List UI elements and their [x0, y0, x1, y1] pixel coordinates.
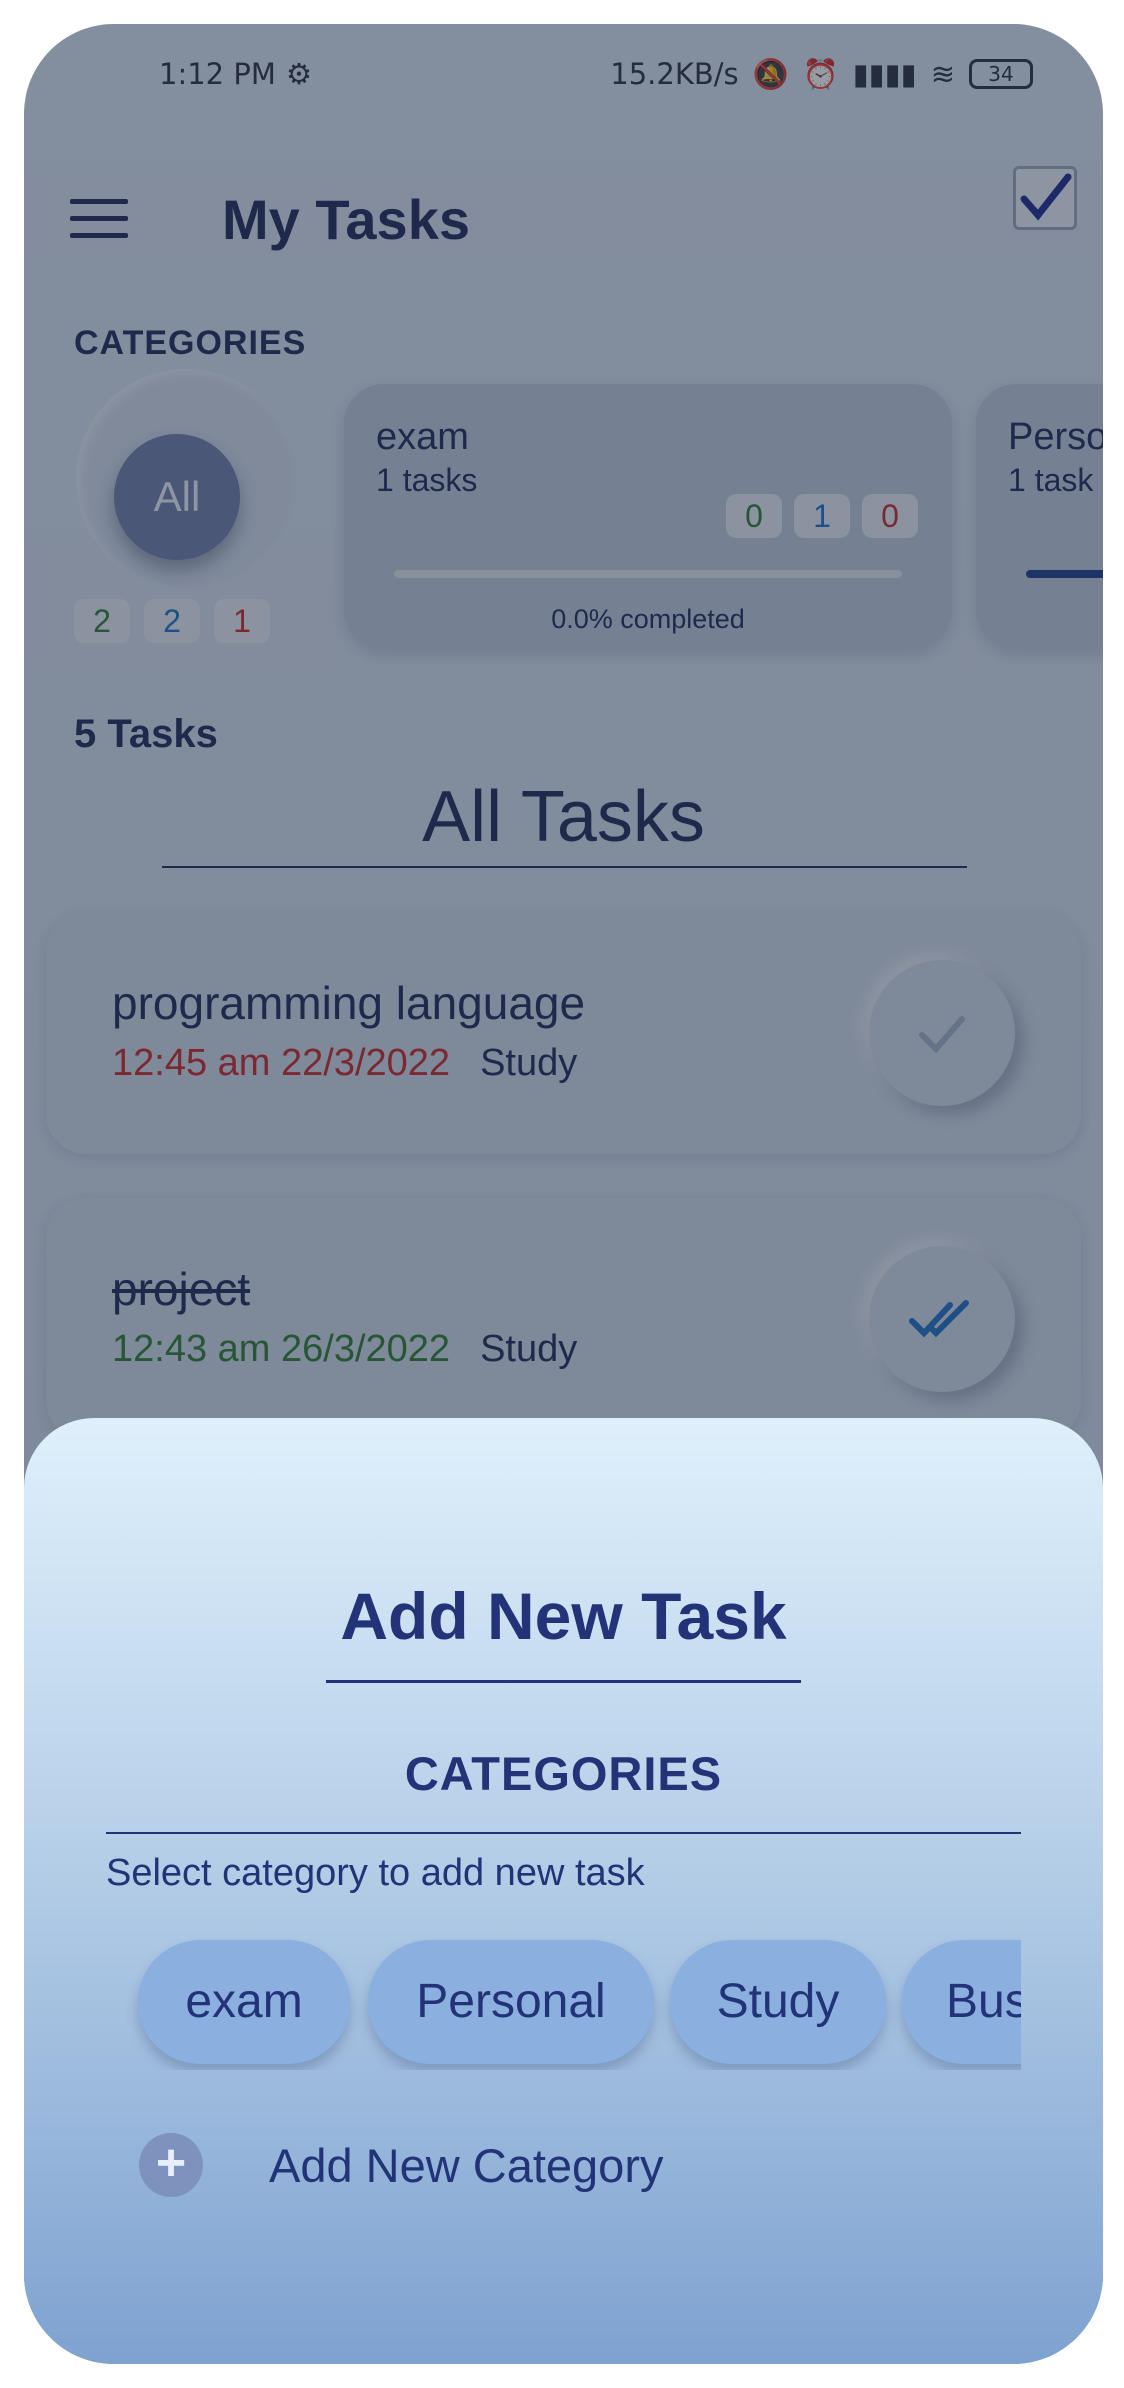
sheet-title: Add New Task [340, 1579, 787, 1653]
chip-exam[interactable]: exam [138, 1940, 350, 2064]
phone-screen: 1:12 PM ⚙ 15.2KB/s 🔕 ⏰ ▮▮▮▮ ≋ 34 My Task… [24, 24, 1103, 2364]
add-category-label: Add New Category [269, 2138, 664, 2192]
title-underline [326, 1680, 801, 1683]
categories-divider [106, 1832, 1021, 1834]
plus-icon: + [139, 2133, 203, 2197]
add-task-bottom-sheet: Add New Task CATEGORIES Select category … [24, 1418, 1103, 2364]
chip-study[interactable]: Study [670, 1940, 886, 2064]
chip-business[interactable]: Busi [902, 1940, 1021, 2064]
add-category-button[interactable]: + Add New Category [139, 2133, 663, 2197]
sheet-hint: Select category to add new task [106, 1852, 645, 1894]
category-chip-list[interactable]: exam Personal Study Busi [106, 1930, 1021, 2070]
chip-personal[interactable]: Personal [368, 1940, 654, 2064]
sheet-categories-label: CATEGORIES [404, 1747, 723, 1800]
